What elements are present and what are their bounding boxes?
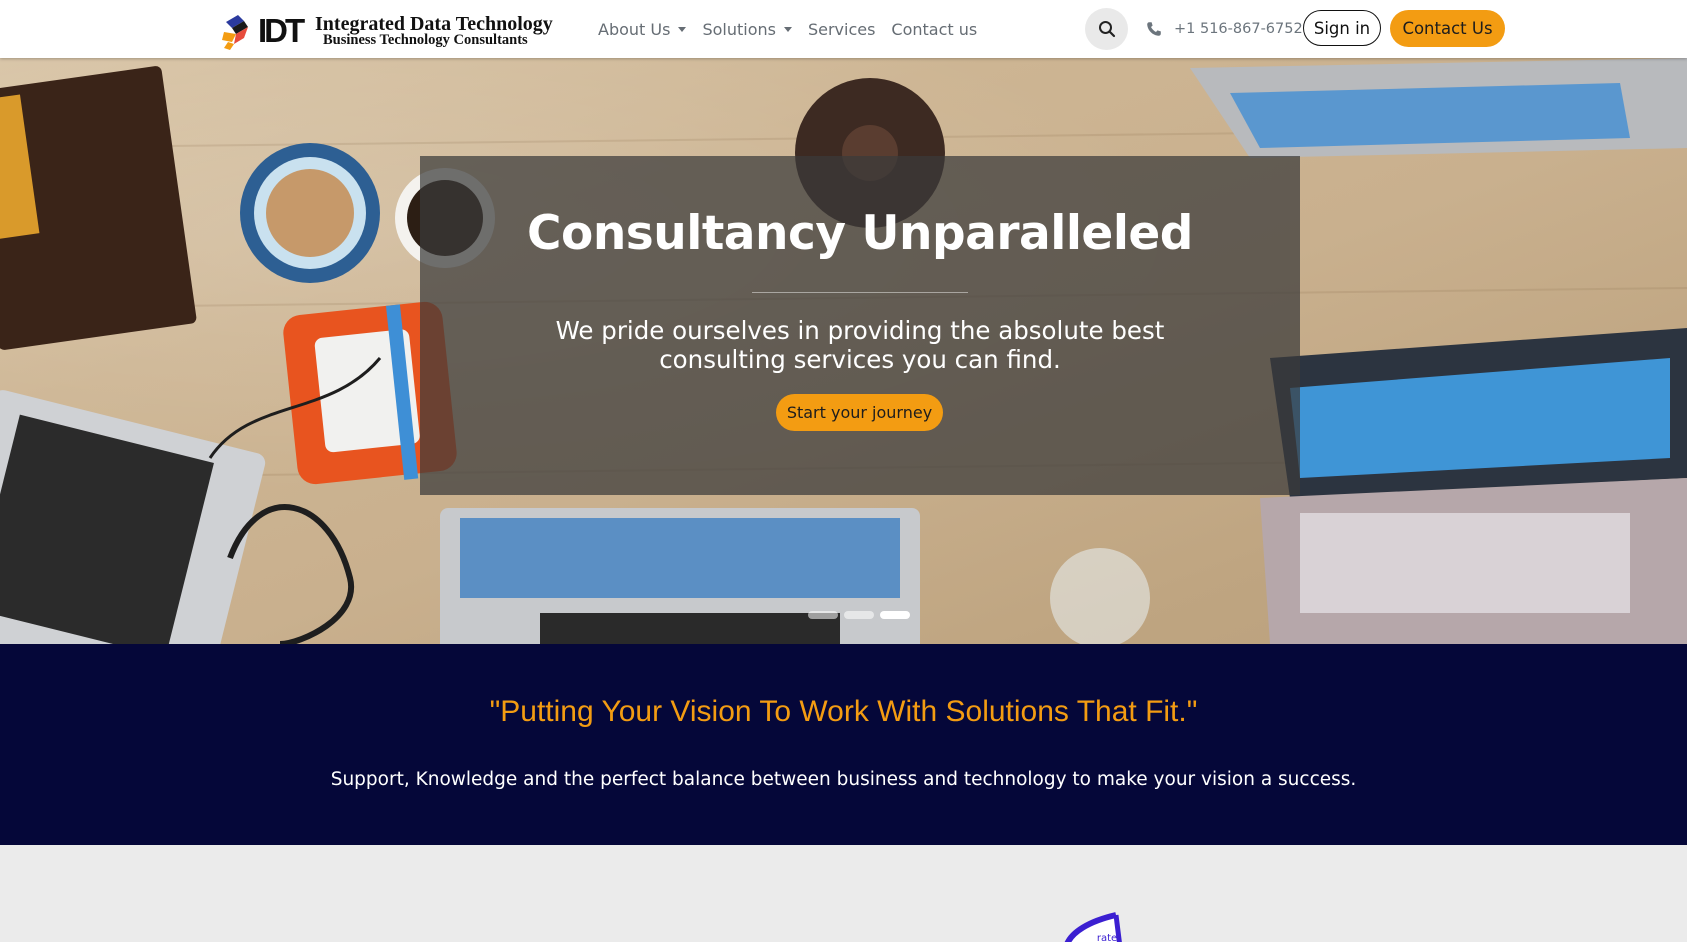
graphic-label: rate: [1097, 933, 1117, 942]
hero-subtitle-line-2: consulting services you can find.: [659, 345, 1061, 374]
main-menu: About Us Solutions Services Contact us: [598, 18, 993, 40]
menu-services-label: Services: [807, 19, 876, 39]
banner-text: Support, Knowledge and the perfect balan…: [330, 769, 1357, 790]
carousel-indicator-2[interactable]: [844, 611, 874, 619]
logo-mark-icon: [222, 15, 248, 50]
menu-contact-us-label: Contact us: [891, 19, 978, 39]
phone-link[interactable]: +1 516-867-6752: [1146, 18, 1303, 40]
menu-about-us[interactable]: About Us: [598, 19, 687, 39]
menu-solutions[interactable]: Solutions: [702, 20, 792, 39]
menu-contact-us[interactable]: Contact us: [891, 20, 977, 39]
phone-number: +1 516-867-6752: [1174, 21, 1303, 37]
menu-about-us-label: About Us: [598, 19, 671, 39]
company-logo[interactable]: IDT Integrated Data Technology Business …: [222, 12, 562, 50]
logo-idt-text: IDT: [258, 12, 305, 49]
next-section: rate: [0, 845, 1687, 942]
carousel-indicator-3[interactable]: [880, 611, 910, 619]
contact-us-button[interactable]: Contact Us: [1390, 10, 1505, 47]
rate-value-graphic: rate: [1064, 912, 1122, 942]
hero-divider: [752, 292, 968, 293]
carousel-indicators: [808, 611, 916, 619]
hero-title: Consultancy Unparalleled: [527, 206, 1193, 261]
menu-services[interactable]: Services: [808, 20, 875, 39]
hero-subtitle-line-1: We pride ourselves in providing the abso…: [555, 316, 1165, 345]
menu-solutions-label: Solutions: [702, 19, 776, 39]
hero-carousel: Consultancy Unparalleled We pride oursel…: [0, 58, 1687, 644]
caret-down-icon: [678, 26, 687, 32]
search-button[interactable]: [1085, 8, 1128, 50]
search-icon: [1098, 21, 1115, 38]
vision-banner: "Putting Your Vision To Work With Soluti…: [0, 644, 1687, 845]
caret-down-icon: [783, 26, 792, 32]
hero-subtitle: We pride ourselves in providing the abso…: [520, 316, 1200, 374]
phone-icon: [1147, 22, 1161, 36]
carousel-indicator-1[interactable]: [808, 611, 838, 619]
start-journey-button[interactable]: Start your journey: [776, 394, 943, 431]
logo-tagline: Business Technology Consultants: [323, 32, 528, 48]
sign-in-button[interactable]: Sign in: [1303, 10, 1381, 46]
top-navbar: IDT Integrated Data Technology Business …: [0, 0, 1687, 58]
banner-quote: "Putting Your Vision To Work With Soluti…: [489, 695, 1198, 728]
